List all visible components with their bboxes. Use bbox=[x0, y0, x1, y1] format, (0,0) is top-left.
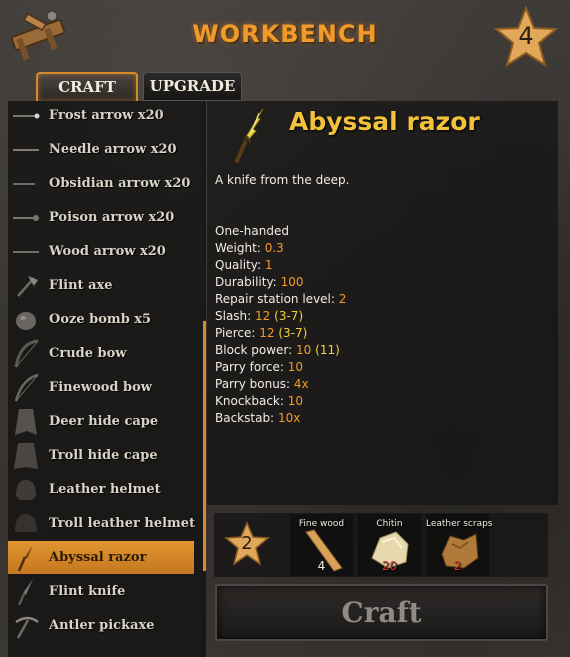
recipe-item-troll-leather-helmet[interactable]: Troll leather helmet bbox=[8, 507, 196, 540]
required-station-level: 2 bbox=[241, 533, 253, 554]
recipe-label: Crude bow bbox=[49, 346, 127, 361]
craft-button[interactable]: Craft bbox=[215, 584, 548, 641]
tab-upgrade[interactable]: UPGRADE bbox=[143, 72, 242, 101]
stat-parry-bonus: Parry bonus: 4x bbox=[215, 377, 309, 391]
recipe-label: Leather helmet bbox=[49, 482, 161, 497]
troll-hide-cape-icon bbox=[8, 439, 44, 472]
recipe-item-obsidian-arrow[interactable]: Obsidian arrow x20 bbox=[8, 167, 194, 200]
recipe-label: Troll hide cape bbox=[49, 448, 158, 463]
item-description: A knife from the deep. bbox=[215, 173, 350, 187]
flint-axe-icon bbox=[8, 269, 44, 302]
recipe-label: Wood arrow x20 bbox=[49, 244, 166, 259]
recipe-item-frost-arrow[interactable]: Frost arrow x20 bbox=[8, 101, 194, 132]
stat-weight: Weight: 0.3 bbox=[215, 241, 284, 255]
recipe-label: Flint knife bbox=[49, 584, 126, 599]
item-name: Abyssal razor bbox=[289, 107, 480, 136]
abyssal-razor-icon bbox=[235, 108, 264, 163]
stat-durability: Durability: 100 bbox=[215, 275, 304, 289]
ooze-bomb-icon bbox=[8, 303, 44, 336]
recipe-label: Finewood bow bbox=[49, 380, 152, 395]
deer-hide-cape-icon bbox=[8, 405, 44, 438]
requirement-slot-fine-wood: Fine wood 4 bbox=[290, 514, 353, 576]
recipe-label: Deer hide cape bbox=[49, 414, 159, 429]
recipe-item-crude-bow[interactable]: Crude bow bbox=[8, 337, 194, 370]
stat-pierce: Pierce: 12 (3-7) bbox=[215, 326, 308, 340]
item-detail-panel: Abyssal razor A knife from the deep. One… bbox=[207, 101, 558, 505]
requirements-panel: 2 Fine wood 4 Chitin 20 Leather scraps 2 bbox=[214, 513, 548, 577]
recipe-label: Needle arrow x20 bbox=[49, 142, 177, 157]
stat-handedness: One-handed bbox=[215, 224, 289, 238]
recipe-item-ooze-bomb[interactable]: Ooze bomb x5 bbox=[8, 303, 194, 336]
stat-backstab: Backstab: 10x bbox=[215, 411, 301, 425]
wood-arrow-icon bbox=[8, 235, 44, 268]
recipe-item-poison-arrow[interactable]: Poison arrow x20 bbox=[8, 201, 194, 234]
item-stats: One-handed Weight: 0.3 Quality: 1 Durabi… bbox=[215, 223, 346, 427]
stat-quality: Quality: 1 bbox=[215, 258, 273, 272]
recipe-item-flint-axe[interactable]: Flint axe bbox=[8, 269, 194, 302]
frost-arrow-icon bbox=[8, 101, 44, 132]
stat-parry-force: Parry force: 10 bbox=[215, 360, 303, 374]
recipe-item-antler-pickaxe[interactable]: Antler pickaxe bbox=[8, 609, 194, 642]
recipe-item-flint-knife[interactable]: Flint knife bbox=[8, 575, 194, 608]
leather-helmet-icon bbox=[8, 473, 44, 506]
recipe-item-needle-arrow[interactable]: Needle arrow x20 bbox=[8, 133, 194, 166]
crude-bow-icon bbox=[8, 337, 44, 370]
troll-leather-helmet-icon bbox=[8, 507, 44, 540]
recipe-label: Frost arrow x20 bbox=[49, 108, 164, 123]
stat-block-power: Block power: 10 (11) bbox=[215, 343, 340, 357]
antler-pickaxe-icon bbox=[8, 609, 44, 642]
stat-repair-level: Repair station level: 2 bbox=[215, 292, 347, 306]
station-level-value: 4 bbox=[518, 22, 534, 50]
recipe-label: Troll leather helmet bbox=[49, 516, 196, 531]
recipe-label: Flint axe bbox=[49, 278, 113, 293]
stat-knockback: Knockback: 10 bbox=[215, 394, 304, 408]
recipe-list[interactable]: Frost arrow x20 Needle arrow x20 Obsidia… bbox=[8, 101, 206, 657]
recipe-item-abyssal-razor[interactable]: Abyssal razor bbox=[8, 541, 194, 574]
recipe-list-scrollbar[interactable] bbox=[203, 101, 206, 657]
obsidian-arrow-icon bbox=[8, 167, 44, 200]
recipe-item-leather-helmet[interactable]: Leather helmet bbox=[8, 473, 194, 506]
tab-craft[interactable]: CRAFT bbox=[36, 72, 138, 101]
stat-slash: Slash: 12 (3-7) bbox=[215, 309, 304, 323]
recipe-item-deer-hide-cape[interactable]: Deer hide cape bbox=[8, 405, 194, 438]
abyssal-razor-icon bbox=[8, 541, 44, 574]
scrollbar-thumb[interactable] bbox=[203, 321, 206, 571]
flint-knife-icon bbox=[8, 575, 44, 608]
recipe-label: Ooze bomb x5 bbox=[49, 312, 152, 327]
recipe-label: Antler pickaxe bbox=[49, 618, 155, 633]
recipe-item-wood-arrow[interactable]: Wood arrow x20 bbox=[8, 235, 194, 268]
recipe-label: Abyssal razor bbox=[49, 550, 147, 565]
requirement-slot-leather-scraps: Leather scraps 2 bbox=[426, 514, 493, 576]
recipe-item-finewood-bow[interactable]: Finewood bow bbox=[8, 371, 194, 404]
recipe-item-troll-hide-cape[interactable]: Troll hide cape bbox=[8, 439, 194, 472]
page-title: WORKBENCH bbox=[192, 20, 378, 48]
needle-arrow-icon bbox=[8, 133, 44, 166]
finewood-bow-icon bbox=[8, 371, 44, 404]
recipe-label: Obsidian arrow x20 bbox=[49, 176, 191, 191]
recipe-label: Poison arrow x20 bbox=[49, 210, 175, 225]
requirement-slot-chitin: Chitin 20 bbox=[358, 514, 421, 576]
poison-arrow-icon bbox=[8, 201, 44, 234]
